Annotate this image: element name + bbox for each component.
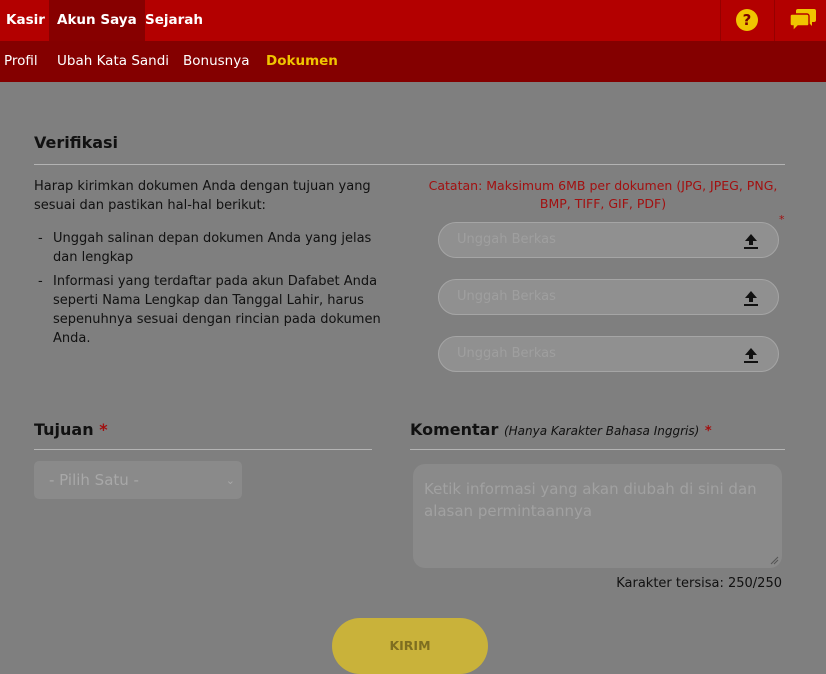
list-item: - Informasi yang terdaftar pada akun Dafa… <box>38 274 381 346</box>
required-marker: * <box>779 213 785 226</box>
purpose-select[interactable]: - Pilih Satu - ⌄ <box>34 461 242 499</box>
tab-akun-saya[interactable]: Akun Saya <box>49 0 145 41</box>
subtab-bonusnya[interactable]: Bonusnya <box>183 41 250 82</box>
top-nav: Kasir Akun Saya Sejarah ? <box>0 0 826 41</box>
divider <box>34 449 372 450</box>
file-size-note: Catatan: Maksimum 6MB per dokumen (JPG, … <box>428 178 778 211</box>
comment-textarea[interactable]: Ketik informasi yang akan diubah di sini… <box>413 464 782 568</box>
upload-icon <box>744 348 758 363</box>
upload-icon <box>744 234 758 249</box>
help-icon: ? <box>736 9 758 31</box>
chat-icon <box>789 9 816 33</box>
tab-kasir[interactable]: Kasir <box>0 0 51 41</box>
verification-title: Verifikasi <box>34 133 119 152</box>
upload-icon <box>744 291 758 306</box>
comment-hint: (Hanya Karakter Bahasa Inggris) <box>503 424 700 438</box>
comment-title: Komentar (Hanya Karakter Bahasa Inggris)… <box>410 420 712 439</box>
chevron-down-icon: ⌄ <box>225 474 235 487</box>
resize-grip-icon[interactable] <box>770 556 779 565</box>
tab-sejarah[interactable]: Sejarah <box>139 0 209 41</box>
subtab-profil[interactable]: Profil <box>4 41 38 82</box>
char-count: Karakter tersisa: 250/250 <box>616 576 782 591</box>
submit-button[interactable]: KIRIM <box>332 618 488 674</box>
upload-field-1[interactable]: Unggah Berkas <box>438 222 779 258</box>
chat-button[interactable] <box>774 0 826 41</box>
sub-nav: Profil Ubah Kata Sandi Bonusnya Dokumen <box>0 41 826 82</box>
verification-intro: Harap kirimkan dokumen Anda dengan tujua… <box>34 179 371 213</box>
divider <box>34 164 785 165</box>
divider <box>410 449 785 450</box>
subtab-dokumen[interactable]: Dokumen <box>266 41 338 82</box>
purpose-title: Tujuan * <box>34 420 108 439</box>
upload-field-3[interactable]: Unggah Berkas <box>438 336 779 372</box>
subtab-ubah-kata-sandi[interactable]: Ubah Kata Sandi <box>57 41 169 82</box>
upload-field-2[interactable]: Unggah Berkas <box>438 279 779 315</box>
help-button[interactable]: ? <box>720 0 772 41</box>
list-item: - Unggah salinan depan dokumen Anda yang … <box>38 231 372 265</box>
